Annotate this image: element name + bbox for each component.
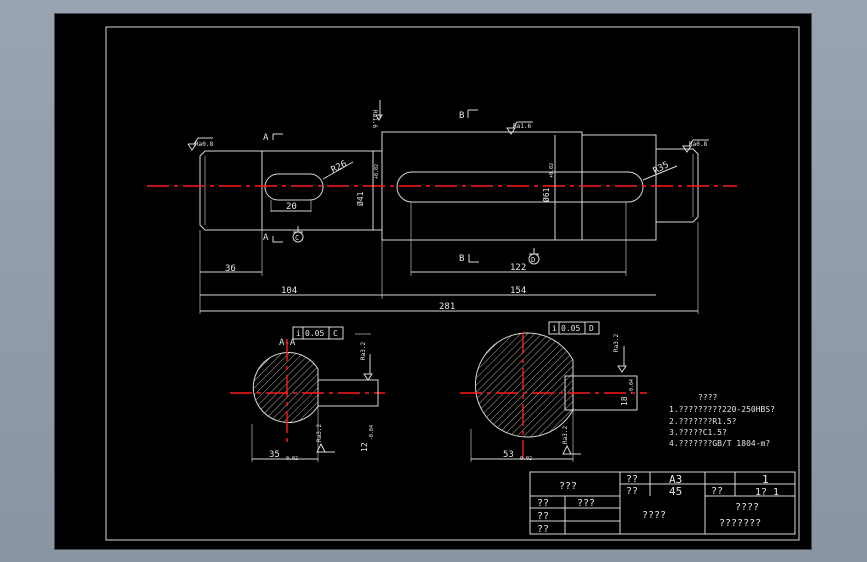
notes-line-4: 4.???????GB/T 1804-m? (669, 439, 770, 448)
dim-sec-a-keyway-tol: -0.04 (369, 425, 375, 440)
roughness-middle: Ra1.6 (513, 123, 531, 130)
dim-sec-b-keyway-tol: -0.04 (629, 379, 635, 394)
tol-d-value: 0.05 (561, 324, 580, 333)
dim-20: 20 (286, 202, 297, 212)
tol-c-symbol: i (296, 329, 301, 338)
roughness-shoulder: Ra1.6 (371, 110, 378, 128)
dim-122: 122 (510, 263, 526, 273)
tb-name: ??? (559, 481, 577, 492)
dim-r26: R26 (330, 159, 349, 175)
section-a-top: A (263, 133, 269, 143)
tol-d-datum: D (589, 324, 594, 333)
dimensions-main: 36 104 154 281 122 20 R26 R35 Ø41 +0.02 … (199, 135, 699, 314)
datum-symbols: C D (292, 226, 540, 265)
notes-line-1: 1.?????????220-250HBS? (669, 405, 775, 414)
drawing-sheet: A A B B C D Ra0.8 Ra1.6 Ra1.6 Ra0.8 36 1… (55, 14, 811, 549)
tb-r2c4: ?? (711, 486, 723, 497)
dim-154: 154 (510, 286, 526, 296)
dim-sec-a-keyway: 12 (360, 442, 369, 452)
datum-c-label: C (295, 234, 299, 242)
dim-281: 281 (439, 302, 455, 312)
section-b-bottom: B (459, 254, 464, 264)
dim-sec-a-width-tol: -0.02 (283, 456, 298, 462)
notes-heading: ???? (698, 393, 717, 402)
notes-line-2: 2.???????R1.5? (669, 417, 737, 426)
tol-d-symbol: i (552, 324, 557, 333)
roughness-sec-b-bottom: Ra3.2 (562, 426, 569, 444)
roughness-left-end: Ra0.8 (195, 141, 213, 148)
tb-r3a: ?? (537, 498, 549, 509)
tb-right1: ???? (735, 502, 759, 513)
tb-r3b: ??? (577, 498, 595, 509)
dim-sec-b-width: 53 (503, 450, 514, 460)
tb-r2c5: 1? 1 (755, 487, 779, 498)
tb-r2c3: 45 (669, 485, 682, 498)
dim-phi-small: Ø41 (355, 191, 365, 206)
roughness-main: Ra0.8 Ra1.6 Ra1.6 Ra0.8 (187, 100, 709, 153)
section-a-bottom: A (263, 233, 269, 243)
tol-c-datum: C (333, 329, 338, 338)
tb-r4a: ?? (537, 511, 549, 522)
dim-104: 104 (281, 286, 297, 296)
roughness-right-end: Ra0.8 (689, 141, 707, 148)
notes-line-3: 3.?????C1.5? (669, 428, 727, 437)
roughness-sec-a-bottom: Ra3.2 (316, 424, 323, 442)
datum-d-label: D (531, 256, 535, 264)
dim-phi-small-tol: +0.02 (374, 164, 380, 179)
tb-r2c2: ?? (626, 486, 638, 497)
roughness-sec-a-top: Ra3.2 (360, 342, 367, 360)
technical-notes: ???? 1.?????????220-250HBS? 2.???????R1.… (669, 393, 775, 448)
tb-r1c2: ?? (626, 474, 638, 485)
dim-phi-large: Ø61 (541, 187, 551, 202)
dim-sec-a-width: 35 (269, 450, 280, 460)
drawing-border (105, 26, 800, 541)
cad-drawing: A A B B C D Ra0.8 Ra1.6 Ra1.6 Ra0.8 36 1… (105, 26, 800, 541)
dim-phi-large-tol: +0.02 (549, 163, 555, 178)
tb-r1c4: 1 (762, 473, 769, 486)
dim-r35: R35 (652, 160, 671, 176)
shaft-main-view (147, 131, 737, 241)
section-aa-view: A-A i 0.05 C Ra3.2 Ra3.2 35 -0.02 12 -0.… (230, 326, 385, 462)
dim-sec-b-width-tol: -0.02 (517, 456, 532, 462)
dim-sec-b-keyway: 18 (620, 396, 629, 406)
section-b-top: B (459, 111, 464, 121)
tol-c-value: 0.05 (305, 329, 324, 338)
dim-36: 36 (225, 264, 236, 274)
roughness-sec-b-top: Ra3.2 (613, 334, 620, 352)
tb-center: ???? (642, 510, 666, 521)
section-bb-view: i 0.05 D Ra3.2 Ra3.2 53 -0.02 18 -0.04 (460, 321, 647, 462)
tb-r5a: ?? (537, 524, 549, 535)
title-block: ??? ?? A3 1 ?? 45 ?? 1? 1 ?? ??? ?? ?? ?… (529, 471, 796, 535)
tb-right2: ??????? (719, 518, 761, 529)
